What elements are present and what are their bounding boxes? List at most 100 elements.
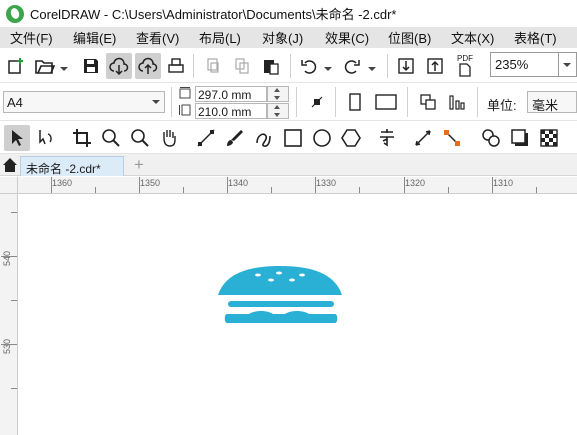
property-bar: A4 297.0 mm 210.0 mm 单位: 毫米 (0, 83, 577, 121)
redo-icon[interactable] (341, 55, 363, 77)
rectangle-tool-icon[interactable] (281, 126, 305, 150)
page-width-spinner[interactable] (267, 86, 289, 102)
menu-bar: 文件(F) 编辑(E) 查看(V) 布局(L) 对象(J) 效果(C) 位图(B… (0, 27, 577, 48)
burger-top-bun (218, 266, 342, 295)
page-size-select[interactable]: A4 (3, 91, 165, 113)
shape-tool-icon[interactable] (34, 126, 58, 150)
pen-curve-tool-icon[interactable] (252, 126, 276, 150)
menu-table[interactable]: 表格(T) (504, 28, 567, 47)
ruler-major-tick (1, 344, 17, 345)
transparency-tool-icon[interactable] (537, 126, 561, 150)
page-height-spinner[interactable] (267, 103, 289, 119)
zoom-dropdown-arrow-icon (563, 63, 571, 67)
page-size-dropdown-arrow-icon (152, 100, 160, 104)
menu-layout[interactable]: 布局(L) (189, 28, 252, 47)
ruler-label: 530 (2, 338, 12, 354)
menu-bitmaps[interactable]: 位图(B) (378, 28, 441, 47)
freehand-tool-icon[interactable] (194, 126, 218, 150)
pan-tool-icon[interactable] (157, 126, 181, 150)
toolbox-row (0, 121, 577, 154)
print-icon[interactable] (165, 55, 187, 77)
home-tab-icon[interactable] (0, 154, 20, 176)
toolbar-separator (477, 87, 478, 117)
menu-view[interactable]: 查看(V) (126, 28, 189, 47)
document-tab[interactable]: 未命名 -2.cdr* (20, 156, 124, 176)
zoom-tool-icon[interactable] (99, 126, 123, 150)
parallel-dimension-tool-icon[interactable] (411, 126, 435, 150)
drop-shadow-tool-icon[interactable] (508, 126, 532, 150)
current-page-icon[interactable] (446, 91, 468, 113)
sesame-seed (299, 273, 305, 277)
toolbar-separator (387, 54, 388, 78)
menu-file[interactable]: 文件(F) (0, 28, 63, 47)
artistic-media-tool-icon[interactable] (223, 126, 247, 150)
add-document-tab-button[interactable]: + (128, 156, 150, 175)
sesame-seed (255, 273, 261, 277)
text-tool-icon[interactable] (375, 126, 399, 150)
cloud-download-icon[interactable] (106, 53, 132, 79)
pick-tool-icon[interactable] (4, 125, 30, 151)
menu-edit[interactable]: 编辑(E) (63, 28, 126, 47)
page-orientation-auto-icon[interactable] (306, 91, 328, 113)
blend-tool-icon[interactable] (479, 126, 503, 150)
magnifier-icon[interactable] (128, 126, 152, 150)
toolbar-separator (407, 87, 408, 117)
sesame-seed (276, 271, 282, 275)
toolbar-separator (335, 87, 336, 117)
connector-tool-icon[interactable] (440, 126, 464, 150)
ruler-major-tick (51, 177, 52, 193)
drawing-canvas[interactable] (19, 195, 577, 435)
undo-dropdown-arrow-icon[interactable] (324, 67, 332, 71)
ruler-minor-tick (448, 187, 449, 193)
all-pages-icon[interactable] (417, 91, 439, 113)
document-tab-bar: 未命名 -2.cdr* + (0, 154, 577, 176)
publish-pdf-icon[interactable]: PDF (453, 53, 477, 79)
ruler-major-tick (404, 177, 405, 193)
ellipse-tool-icon[interactable] (310, 126, 334, 150)
save-icon[interactable] (80, 55, 102, 77)
horizontal-ruler[interactable]: 1360 1350 1340 1330 1320 1310 (18, 177, 577, 194)
undo-icon[interactable] (298, 55, 320, 77)
cut-icon[interactable] (202, 55, 224, 77)
burger-icon[interactable] (217, 264, 343, 328)
toolbar-separator (171, 87, 172, 117)
new-document-icon[interactable] (5, 55, 27, 77)
ruler-major-tick (227, 177, 228, 193)
page-height-field[interactable]: 210.0 mm (195, 103, 267, 119)
landscape-orientation-icon[interactable] (373, 91, 399, 113)
copy-icon[interactable] (231, 55, 253, 77)
ruler-minor-tick (11, 388, 17, 389)
open-dropdown-arrow-icon[interactable] (60, 67, 68, 71)
sesame-seed (289, 278, 295, 282)
sesame-seed (268, 278, 274, 282)
burger-bottom-bun (224, 314, 338, 323)
redo-dropdown-arrow-icon[interactable] (368, 67, 376, 71)
polygon-tool-icon[interactable] (339, 126, 363, 150)
zoom-dropdown-button[interactable] (559, 52, 577, 77)
ruler-major-tick (139, 177, 140, 193)
units-select[interactable]: 毫米 (527, 91, 577, 113)
menu-object[interactable]: 对象(J) (252, 28, 315, 47)
cloud-upload-icon[interactable] (135, 53, 161, 79)
menu-effects[interactable]: 效果(C) (315, 28, 378, 47)
import-icon[interactable] (395, 55, 417, 77)
zoom-level-field[interactable]: 235% (490, 52, 559, 77)
paste-icon[interactable] (260, 55, 282, 77)
export-icon[interactable] (424, 55, 446, 77)
open-folder-icon[interactable] (34, 55, 56, 77)
crop-tool-icon[interactable] (70, 126, 94, 150)
ruler-label: 1340 (228, 178, 249, 188)
ruler-label: 1330 (316, 178, 337, 188)
ruler-origin[interactable] (0, 177, 18, 194)
ruler-label: 1310 (493, 178, 514, 188)
page-width-field[interactable]: 297.0 mm (195, 86, 267, 102)
ruler-major-tick (315, 177, 316, 193)
burger-lettuce (249, 311, 309, 314)
ruler-label: 540 (2, 250, 12, 266)
menu-text[interactable]: 文本(X) (441, 28, 504, 47)
portrait-orientation-icon[interactable] (344, 91, 366, 113)
vertical-ruler[interactable]: 540 530 (0, 194, 18, 435)
toolbar-separator (290, 54, 291, 78)
burger-patty (228, 301, 334, 307)
ruler-minor-tick (271, 187, 272, 193)
